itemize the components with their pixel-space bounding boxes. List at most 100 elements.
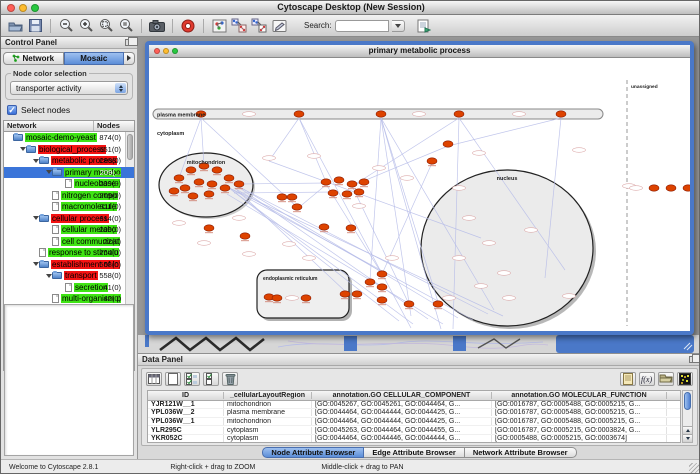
tab-mosaic[interactable]: Mosaic	[64, 52, 125, 65]
network-node[interactable]	[294, 111, 304, 117]
network-node[interactable]	[328, 190, 338, 196]
zoom-fit-icon[interactable]	[97, 17, 115, 34]
tree-row[interactable]: nucleobase-209(0)	[4, 178, 134, 190]
network-node[interactable]	[376, 111, 386, 117]
network-node[interactable]	[334, 177, 344, 183]
column-header[interactable]: annotation.GO CELLULAR_COMPONENT	[312, 392, 492, 399]
network-node[interactable]	[240, 233, 250, 239]
tree-row[interactable]: primary metabo209(...	[4, 167, 134, 179]
delete-attribute-trash-icon[interactable]	[222, 372, 238, 386]
layout-transfer-a-icon[interactable]	[230, 17, 248, 34]
network-node[interactable]	[354, 189, 364, 195]
table-row[interactable]: YLR295Ccytoplasm[GO:0045263, GO:0044464,…	[148, 426, 680, 435]
tree-row[interactable]: macromolecule311(0)	[4, 201, 134, 213]
node-color-attribute-select[interactable]: transporter activity	[10, 81, 128, 95]
tree-row[interactable]: transport558(0)	[4, 270, 134, 282]
nodes-column-header[interactable]: Nodes	[94, 121, 134, 131]
network-node[interactable]	[180, 185, 190, 191]
network-node[interactable]	[174, 175, 184, 181]
tab-node-attribute-browser[interactable]: Node Attribute Browser	[262, 447, 364, 458]
heatmap-icon[interactable]	[677, 372, 693, 386]
network-node[interactable]	[272, 295, 282, 301]
zoom-selected-icon[interactable]	[117, 17, 135, 34]
network-node[interactable]	[207, 181, 217, 187]
column-header[interactable]: ID	[148, 392, 224, 399]
node-attribute-table[interactable]: ID_cellularLayoutRegionannotation.GO CEL…	[147, 390, 681, 443]
network-node[interactable]	[666, 185, 676, 191]
tree-row[interactable]: cell communicat22(0)	[4, 236, 134, 248]
network-node[interactable]	[224, 175, 234, 181]
nucleus-region[interactable]	[421, 170, 593, 326]
network-node[interactable]	[342, 191, 352, 197]
tree-row[interactable]: multi-organism pro42(0)	[4, 293, 134, 305]
select-nodes-checkbox[interactable]: ✓	[7, 105, 17, 115]
network-node[interactable]	[301, 295, 311, 301]
search-options-dropdown[interactable]	[392, 20, 405, 32]
network-window-titlebar[interactable]: primary metabolic process	[149, 45, 690, 58]
network-node[interactable]	[220, 185, 230, 191]
network-node[interactable]	[347, 181, 357, 187]
new-attribute-icon[interactable]	[165, 372, 181, 386]
network-node[interactable]	[194, 179, 204, 185]
network-node[interactable]	[377, 297, 387, 303]
network-node[interactable]	[204, 225, 214, 231]
tab-network-attribute-browser[interactable]: Network Attribute Browser	[465, 447, 577, 458]
tree-row[interactable]: cellular metabo209(0)	[4, 224, 134, 236]
tree-row[interactable]: cellular process614(0)	[4, 213, 134, 225]
network-node[interactable]	[443, 141, 453, 147]
network-node[interactable]	[287, 194, 297, 200]
resize-grip[interactable]	[689, 463, 699, 473]
network-node[interactable]	[319, 224, 329, 230]
attribute-select-icon[interactable]	[146, 372, 162, 386]
tree-row[interactable]: mosaic-demo-yeast874(0)	[4, 132, 134, 144]
zoom-in-icon[interactable]	[77, 17, 95, 34]
tree-row[interactable]: biological_process651(0)	[4, 144, 134, 156]
float-panel-icon[interactable]	[125, 39, 133, 46]
network-node[interactable]	[427, 158, 437, 164]
network-node[interactable]	[292, 204, 302, 210]
network-node[interactable]	[377, 271, 387, 277]
network-node[interactable]	[346, 225, 356, 231]
network-node[interactable]	[352, 291, 362, 297]
network-node[interactable]	[321, 179, 331, 185]
network-node[interactable]	[188, 193, 198, 199]
float-panel-icon[interactable]	[689, 356, 697, 363]
network-node[interactable]	[556, 111, 566, 117]
tab-edge-attribute-browser[interactable]: Edge Attribute Browser	[364, 447, 464, 458]
table-row[interactable]: YKR052Ccytoplasm[GO:0044464, GO:0044446,…	[148, 435, 680, 443]
tree-row[interactable]: response to stimulu264(0)	[4, 247, 134, 259]
network-node[interactable]	[649, 185, 659, 191]
import-network-icon[interactable]	[415, 17, 433, 34]
table-scrollbar[interactable]	[682, 390, 693, 443]
birdseye-view[interactable]	[4, 304, 134, 456]
column-header[interactable]: annotation.GO MOLECULAR_FUNCTION	[492, 392, 667, 399]
network-view-window[interactable]: primary metabolic process plasma membran…	[145, 41, 694, 335]
tree-row[interactable]: metabolic process280(0)	[4, 155, 134, 167]
network-canvas[interactable]: plasma membranecytoplasmmitochondrionnuc…	[149, 58, 690, 331]
column-header[interactable]: _cellularLayoutRegion	[224, 392, 312, 399]
network-node[interactable]	[277, 194, 287, 200]
tab-overflow-button[interactable]	[124, 52, 135, 65]
table-row[interactable]: YPL036W__2plasma membrane[GO:0044464, GO…	[148, 409, 680, 418]
network-node[interactable]	[204, 191, 214, 197]
zoom-out-icon[interactable]	[57, 17, 75, 34]
tree-row[interactable]: nitrogen compo209(0)	[4, 190, 134, 202]
snapshot-camera-icon[interactable]	[148, 17, 166, 34]
network-node[interactable]	[340, 291, 350, 297]
help-lifesaver-icon[interactable]	[179, 17, 197, 34]
open-session-icon[interactable]	[6, 17, 24, 34]
function-builder-icon[interactable]: f(x)	[639, 372, 655, 386]
network-node[interactable]	[377, 284, 387, 290]
network-node[interactable]	[365, 279, 375, 285]
network-node[interactable]	[433, 301, 443, 307]
network-node[interactable]	[169, 188, 179, 194]
tree-row[interactable]: secretion41(0)	[4, 282, 134, 294]
network-node[interactable]	[234, 181, 244, 187]
network-node[interactable]	[212, 167, 222, 173]
network-node[interactable]	[454, 111, 464, 117]
network-node[interactable]	[186, 167, 196, 173]
network-overview-icon[interactable]	[210, 17, 228, 34]
table-row[interactable]: YPL036W__1mitochondrion[GO:0044464, GO:0…	[148, 418, 680, 427]
annotation-editor-icon[interactable]	[270, 17, 288, 34]
network-column-header[interactable]: Network	[4, 121, 94, 131]
